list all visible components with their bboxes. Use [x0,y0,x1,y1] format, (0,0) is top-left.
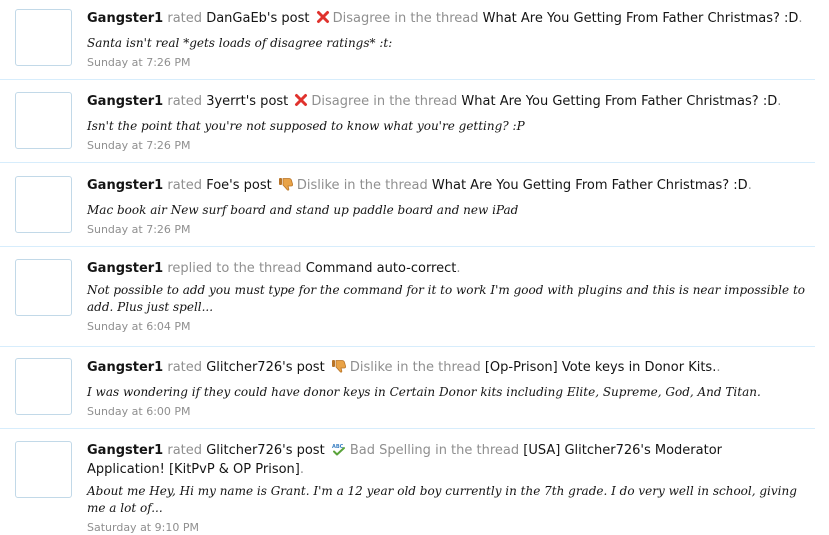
username-link[interactable]: Gangster1 [87,360,163,375]
thread-link[interactable]: What Are You Getting From Father Christm… [483,11,799,26]
red-x-icon [294,93,308,112]
feed-item-content: Gangster1 rated DanGaEb's post Disagree … [87,9,815,70]
action-verb: replied to the thread [167,261,302,276]
abc-check-icon: ABC [331,442,347,461]
feed-item-headline: Gangster1 rated DanGaEb's post Disagree … [87,10,815,29]
reaction-label: Dislike [296,178,340,193]
post-link[interactable]: DanGaEb's post [206,11,309,26]
timestamp[interactable]: Sunday at 6:00 PM [87,405,815,419]
username-link[interactable]: Gangster1 [87,94,163,109]
feed-item: Gangster1 rated DanGaEb's post Disagree … [0,9,815,80]
reaction-label: Dislike [349,360,393,375]
thread-context: in the thread [396,360,481,375]
post-snippet: About me Hey, Hi my name is Grant. I'm a… [87,484,797,515]
timestamp[interactable]: Sunday at 7:26 PM [87,139,815,153]
feed-item-headline: Gangster1 replied to the thread Command … [87,261,461,276]
thread-context: in the thread [343,178,428,193]
username-link[interactable]: Gangster1 [87,178,163,193]
post-snippet: Mac book air New surf board and stand up… [87,203,519,217]
action-verb: rated [167,443,203,458]
news-feed: Gangster1 rated DanGaEb's post Disagree … [0,0,829,534]
action-verb: rated [167,360,203,375]
avatar[interactable] [15,358,72,415]
feed-item-content: Gangster1 rated 3yerrt's post Disagree i… [87,92,815,153]
post-snippet: I was wondering if they could have donor… [87,385,761,399]
timestamp[interactable]: Sunday at 6:04 PM [87,320,815,334]
post-link[interactable]: Glitcher726's post [206,443,325,458]
username-link[interactable]: Gangster1 [87,261,163,276]
post-link[interactable]: Glitcher726's post [206,360,325,375]
action-verb: rated [167,11,203,26]
feed-item: Gangster1 rated Glitcher726's post ABC B… [0,441,815,534]
reaction-label: Bad Spelling [349,443,431,458]
post-snippet: Isn't the point that you're not supposed… [87,119,525,133]
avatar[interactable] [15,9,72,66]
post-snippet: Not possible to add you must type for th… [87,283,805,314]
username-link[interactable]: Gangster1 [87,443,163,458]
thumbs-down-icon [278,177,294,196]
red-x-icon [316,10,330,29]
thread-context: in the thread [435,443,520,458]
avatar[interactable] [15,92,72,149]
post-snippet: Santa isn't real *gets loads of disagree… [87,36,393,50]
feed-item: Gangster1 rated Glitcher726's post Disli… [0,358,815,429]
feed-item-content: Gangster1 replied to the thread Command … [87,259,815,334]
thread-context: in the thread [394,11,479,26]
post-link[interactable]: Foe's post [206,178,272,193]
thumbs-down-icon [331,359,347,378]
feed-item: Gangster1 rated Foe's post Dislike in th… [0,176,815,247]
reaction-label: Disagree [311,94,370,109]
feed-item-headline: Gangster1 rated Glitcher726's post ABC B… [87,442,723,477]
thread-link[interactable]: What Are You Getting From Father Christm… [432,178,748,193]
avatar[interactable] [15,441,72,498]
action-verb: rated [167,94,203,109]
feed-item-headline: Gangster1 rated Glitcher726's post Disli… [87,359,815,378]
feed-item-headline: Gangster1 rated 3yerrt's post Disagree i… [87,93,815,112]
post-link[interactable]: 3yerrt's post [206,94,288,109]
username-link[interactable]: Gangster1 [87,11,163,26]
reaction-label: Disagree [332,11,391,26]
feed-item-content: Gangster1 rated Foe's post Dislike in th… [87,176,815,237]
thread-context: in the thread [373,94,458,109]
timestamp[interactable]: Sunday at 7:26 PM [87,223,815,237]
avatar[interactable] [15,176,72,233]
timestamp[interactable]: Sunday at 7:26 PM [87,56,815,70]
timestamp[interactable]: Saturday at 9:10 PM [87,521,815,535]
avatar[interactable] [15,259,72,316]
action-verb: rated [167,178,203,193]
feed-item: Gangster1 rated 3yerrt's post Disagree i… [0,92,815,163]
thread-link[interactable]: What Are You Getting From Father Christm… [461,94,777,109]
feed-item-content: Gangster1 rated Glitcher726's post Disli… [87,358,815,419]
feed-item-content: Gangster1 rated Glitcher726's post ABC B… [87,441,815,535]
thread-link[interactable]: [Op-Prison] Vote keys in Donor Kits. [485,360,716,375]
feed-item-headline: Gangster1 rated Foe's post Dislike in th… [87,177,815,196]
thread-link[interactable]: Command auto-correct [306,261,457,276]
feed-item: Gangster1 replied to the thread Command … [0,259,815,347]
